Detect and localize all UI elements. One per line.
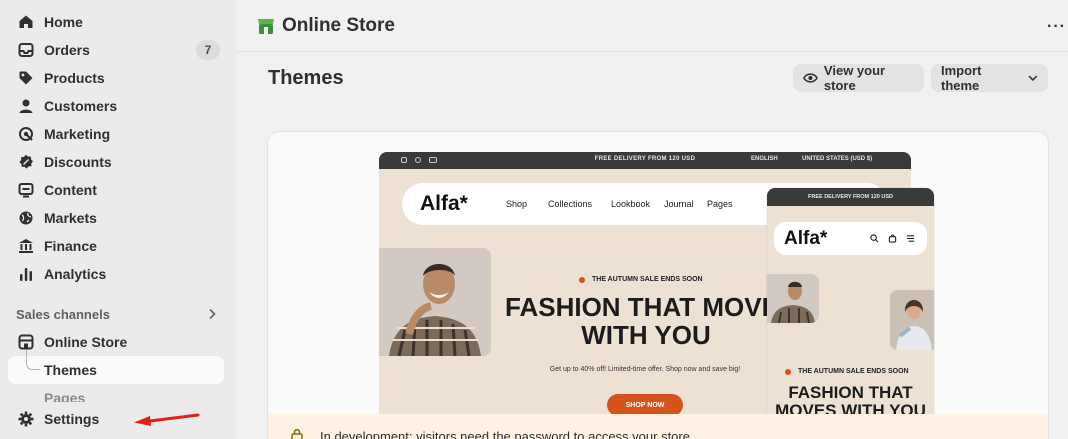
- preview-menu-lookbook: Lookbook: [611, 199, 651, 209]
- online-store-app-icon: [258, 18, 274, 34]
- mobile-model-photo: [767, 274, 819, 323]
- bank-icon: [17, 237, 35, 255]
- preview-menu-journal: Journal: [664, 199, 694, 209]
- mobile-nav: Alfa*: [774, 222, 927, 255]
- home-icon: [17, 13, 35, 31]
- view-your-store-label: View your store: [823, 63, 886, 93]
- annotation-arrow-icon: [134, 413, 200, 426]
- eye-icon: [803, 73, 818, 83]
- preview-menu-shop: Shop: [506, 199, 528, 209]
- sidebar-item-discounts[interactable]: Discounts: [8, 148, 224, 176]
- discount-icon: [17, 153, 35, 171]
- preview-logo: Alfa*: [420, 192, 468, 215]
- preview-menu-pages: Pages: [707, 199, 733, 209]
- sales-channels-header[interactable]: Sales channels: [16, 304, 216, 324]
- mobile-theme-preview[interactable]: FREE DELIVERY FROM 120 USD Alfa* THE AUT…: [767, 188, 934, 439]
- sidebar-item-markets[interactable]: Markets: [8, 204, 224, 232]
- page-title: Themes: [268, 67, 344, 89]
- sale-dot-icon: [579, 276, 585, 283]
- storefront-icon: [17, 333, 35, 351]
- facebook-icon: [415, 157, 421, 163]
- topbar: Online Store ···: [236, 0, 1068, 52]
- development-banner-text: In development: visitors need the passwo…: [320, 429, 690, 439]
- sidebar-item-customers[interactable]: Customers: [8, 92, 224, 120]
- import-theme-button[interactable]: Import theme: [931, 63, 1048, 93]
- sidebar-item-analytics[interactable]: Analytics: [8, 260, 224, 288]
- sidebar-item-home[interactable]: Home: [8, 8, 224, 36]
- sales-channels-label: Sales channels: [16, 306, 110, 322]
- sidebar-item-label: Customers: [44, 98, 118, 114]
- chevron-down-icon: [1028, 75, 1038, 81]
- preview-currency: UNITED STATES (USD $): [802, 156, 873, 162]
- preview-promo-text: FREE DELIVERY FROM 120 USD: [594, 156, 696, 162]
- sidebar-item-label: Finance: [44, 238, 97, 254]
- mobile-promo-text: FREE DELIVERY FROM 120 USD: [808, 194, 893, 200]
- sidebar-item-label: Online Store: [44, 334, 128, 350]
- main-content: Online Store ··· Themes View your store …: [236, 0, 1068, 439]
- preview-headline-line1: FASHION THAT MOVES: [505, 292, 797, 322]
- preview-subtext: Get up to 40% off! Limited-time offer. S…: [549, 366, 741, 373]
- preview-sale-label: THE AUTUMN SALE ENDS SOON: [579, 276, 703, 283]
- sidebar-item-label: Home: [44, 14, 83, 30]
- sidebar-item-finance[interactable]: Finance: [8, 232, 224, 260]
- mobile-announcement-bar: FREE DELIVERY FROM 120 USD: [767, 188, 934, 206]
- youtube-icon: [429, 157, 437, 163]
- development-banner: In development: visitors need the passwo…: [268, 414, 1048, 439]
- preview-announcement-bar: FREE DELIVERY FROM 120 USD ENGLISH UNITE…: [379, 152, 911, 169]
- instagram-icon: [401, 157, 407, 163]
- lock-icon: [291, 429, 303, 439]
- preview-headline: FASHION THAT MOVES WITH YOU: [491, 293, 801, 349]
- sidebar-item-online-store[interactable]: Online Store: [8, 328, 224, 356]
- globe-icon: [17, 209, 35, 227]
- sidebar-item-marketing[interactable]: Marketing: [8, 120, 224, 148]
- preview-language: ENGLISH: [751, 156, 778, 162]
- import-theme-label: Import theme: [941, 63, 982, 93]
- sidebar-item-label: Products: [44, 70, 105, 86]
- sidebar-item-label: Content: [44, 182, 97, 198]
- sidebar-item-label: Markets: [44, 210, 97, 226]
- cart-icon: [888, 234, 897, 243]
- sidebar-item-products[interactable]: Products: [8, 64, 224, 92]
- online-store-title: Online Store: [282, 14, 395, 36]
- sidebar-item-themes[interactable]: Themes: [8, 350, 224, 384]
- orders-icon: [17, 41, 35, 59]
- mobile-logo: Alfa*: [784, 228, 828, 249]
- content-icon: [17, 181, 35, 199]
- mobile-headline-line1: FASHION THAT: [788, 383, 913, 402]
- sidebar-item-label: Discounts: [44, 154, 112, 170]
- view-your-store-button[interactable]: View your store: [793, 63, 924, 93]
- mobile-sale-text: THE AUTUMN SALE ENDS SOON: [798, 368, 909, 375]
- orders-count-badge: 7: [196, 40, 220, 60]
- preview-shop-now-button: SHOP NOW: [607, 394, 683, 416]
- more-actions-icon[interactable]: ···: [1047, 18, 1066, 36]
- bar-chart-icon: [17, 265, 35, 283]
- sidebar-item-label: Marketing: [44, 126, 111, 142]
- sidebar-item-content[interactable]: Content: [8, 176, 224, 204]
- preview-menu-collections: Collections: [548, 199, 593, 209]
- theme-card: FREE DELIVERY FROM 120 USD ENGLISH UNITE…: [267, 131, 1049, 439]
- target-icon: [17, 125, 35, 143]
- preview-sale-text: THE AUTUMN SALE ENDS SOON: [592, 276, 703, 283]
- sidebar: Home Orders 7 Products Customers Marketi…: [0, 0, 236, 439]
- sidebar-item-label: Analytics: [44, 266, 107, 282]
- chevron-right-icon[interactable]: [208, 308, 216, 320]
- sidebar-item-label: Themes: [44, 362, 97, 378]
- tree-connector: [26, 350, 40, 370]
- person-icon: [17, 97, 35, 115]
- preview-headline-line2: WITH YOU: [581, 320, 711, 351]
- sidebar-item-pages[interactable]: Pages: [44, 390, 85, 402]
- search-icon: [870, 234, 879, 243]
- mobile-sale-dot-icon: [785, 368, 791, 375]
- preview-model-photo: [379, 248, 491, 356]
- sidebar-item-label: Settings: [44, 411, 100, 427]
- tag-icon: [17, 69, 35, 87]
- sidebar-item-label: Orders: [44, 42, 90, 58]
- menu-icon: [906, 235, 915, 242]
- gear-icon: [17, 410, 35, 428]
- mobile-sale-label: THE AUTUMN SALE ENDS SOON: [785, 368, 909, 375]
- sidebar-item-orders[interactable]: Orders 7: [8, 36, 224, 64]
- mobile-second-model-photo: [890, 290, 934, 350]
